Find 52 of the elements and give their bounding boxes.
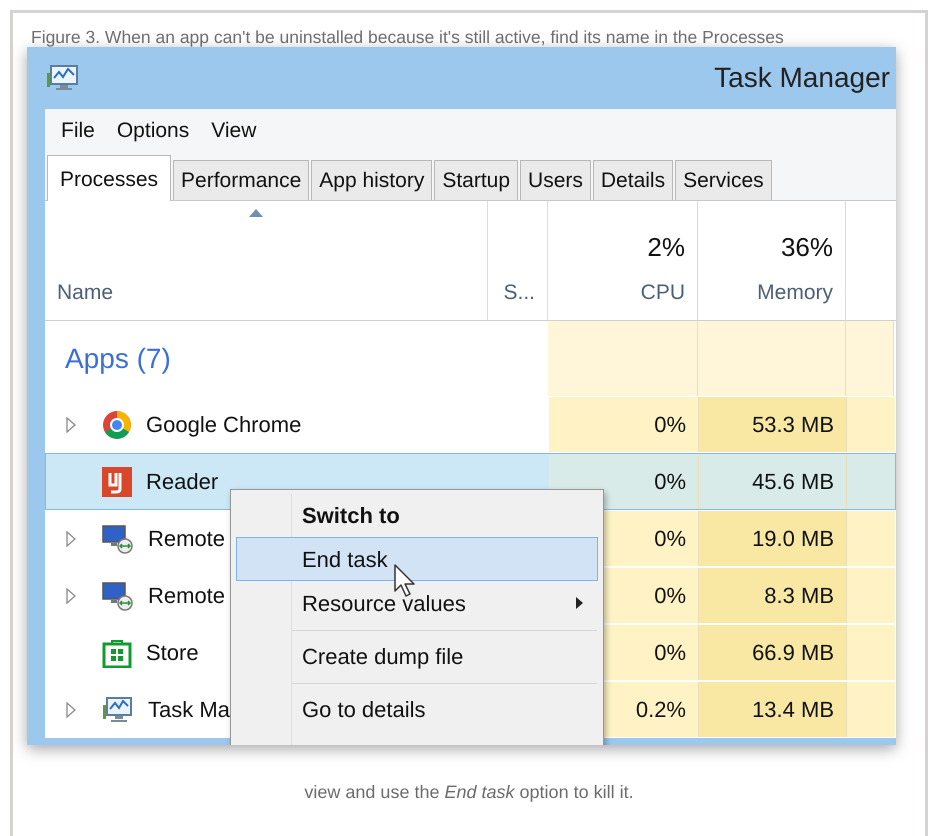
table-cell: 19.0 MB xyxy=(699,511,847,566)
table-cell xyxy=(847,625,895,680)
column-total: 36% xyxy=(780,230,833,264)
monitor-icon xyxy=(102,580,134,610)
tab[interactable]: Users xyxy=(520,160,591,200)
column-header[interactable]: S... xyxy=(500,276,535,308)
table-cell xyxy=(847,682,895,737)
column-header[interactable]: Memory xyxy=(710,276,833,308)
table-cell: 45.6 MB xyxy=(699,454,847,509)
monitor-icon xyxy=(102,524,134,554)
figure-caption: view and use the End task option to kill it. xyxy=(303,781,635,804)
table-cell: 0% xyxy=(549,397,699,452)
tab[interactable]: Services xyxy=(675,160,772,200)
expand-arrow-icon[interactable] xyxy=(66,588,76,604)
table-cell: 13.4 MB xyxy=(699,682,847,737)
column-header[interactable]: CPU xyxy=(560,276,685,308)
tab[interactable]: Startup xyxy=(434,160,518,200)
tab[interactable]: Performance xyxy=(173,160,310,200)
menu-item[interactable]: Options xyxy=(110,115,196,147)
tricolor-circle-icon xyxy=(102,410,132,440)
process-name: Remote xyxy=(148,582,226,610)
expand-arrow-icon[interactable] xyxy=(66,702,76,718)
process-name: Reader xyxy=(146,468,218,496)
table-cell xyxy=(847,454,895,509)
table-cell xyxy=(847,568,895,623)
column-total: 2% xyxy=(646,230,685,264)
process-name: Google Chrome xyxy=(146,411,302,439)
table-cell: 53.3 MB xyxy=(699,397,847,452)
process-name: Task Ma xyxy=(148,696,230,724)
process-name: Store xyxy=(146,639,199,667)
tab[interactable]: Processes xyxy=(47,155,172,201)
expand-arrow-icon[interactable] xyxy=(66,416,76,432)
shopping-bag-icon xyxy=(102,638,132,668)
column-header[interactable]: Name xyxy=(57,276,475,308)
group-header[interactable]: Apps (7) xyxy=(65,338,171,380)
app-tile-icon xyxy=(102,466,132,496)
figure-caption: Figure 3. When an app can't be uninstalled because it's still active, find its name in the Processes xyxy=(30,26,785,47)
window-title: Task Manager xyxy=(714,61,891,95)
table-cell xyxy=(847,397,895,452)
menu-item[interactable]: File xyxy=(55,115,101,147)
table-cell xyxy=(847,511,895,566)
sort-arrow-icon[interactable] xyxy=(249,209,263,217)
menu-item[interactable]: View xyxy=(205,115,262,147)
table-cell: 8.3 MB xyxy=(699,568,847,623)
process-name: Remote xyxy=(148,525,226,553)
expand-arrow-icon[interactable] xyxy=(66,530,76,546)
table-cell: 66.9 MB xyxy=(699,625,847,680)
monitor-chart-icon xyxy=(102,694,134,724)
monitor-chart-icon xyxy=(47,63,81,93)
tab[interactable]: App history xyxy=(311,160,432,200)
tab[interactable]: Details xyxy=(592,160,674,200)
menu-item[interactable]: End task xyxy=(236,537,598,581)
